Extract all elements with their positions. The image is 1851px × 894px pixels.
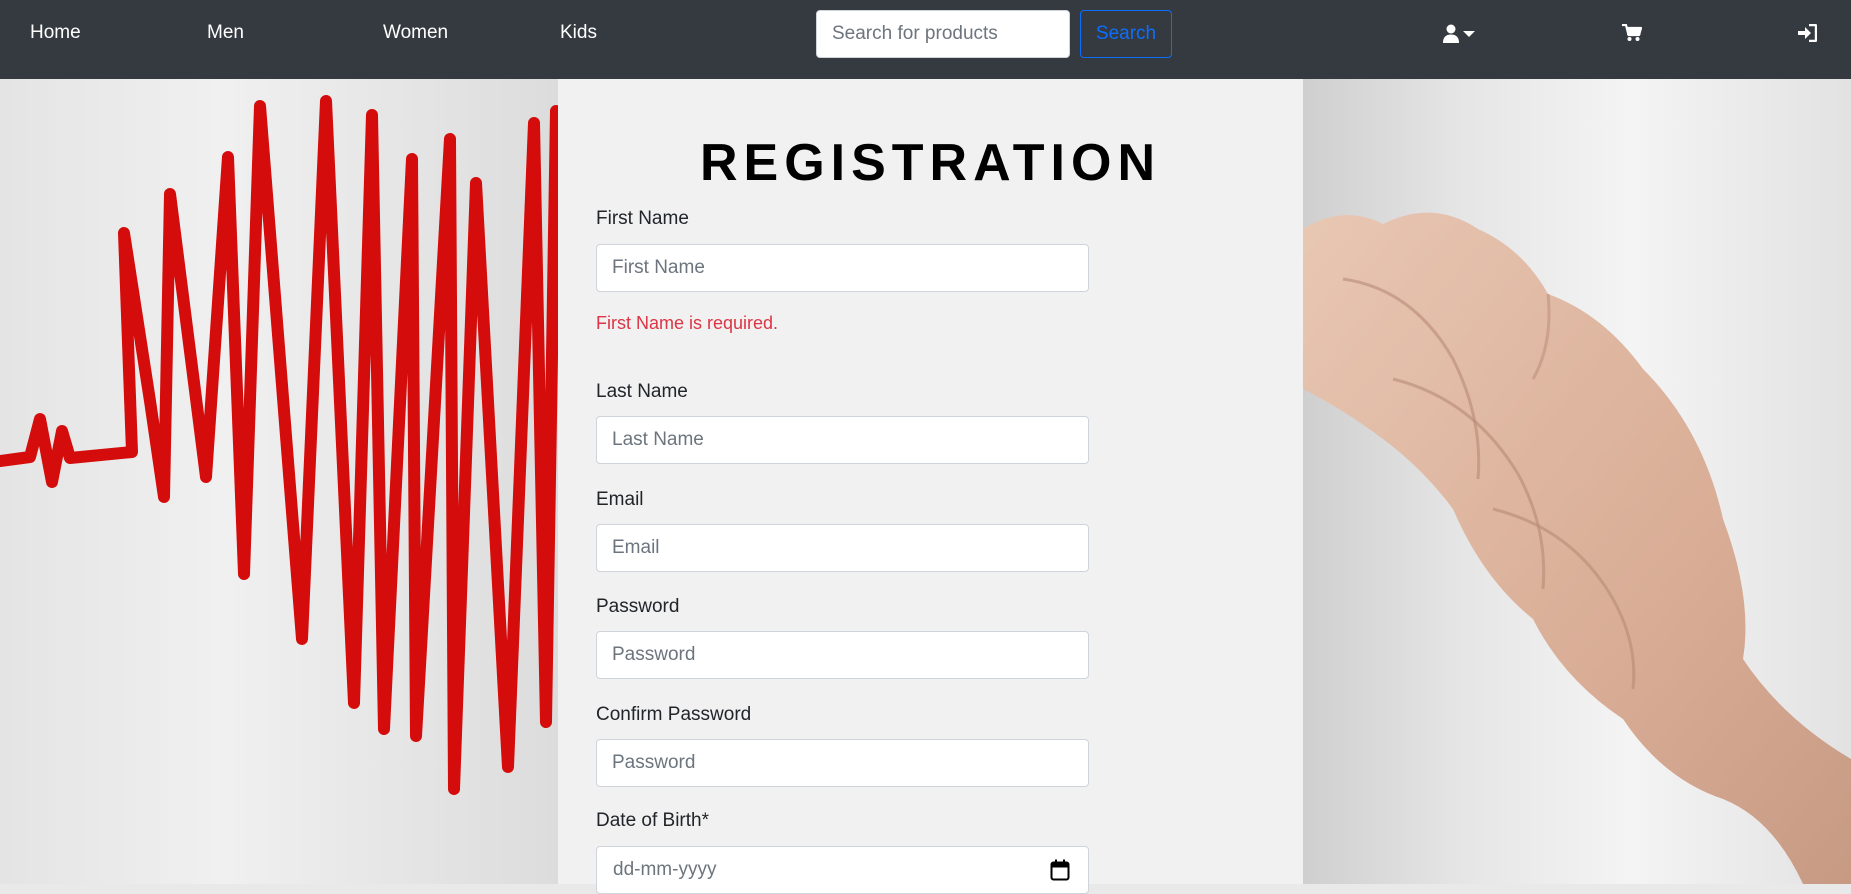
heartbeat-line-graphic	[0, 95, 558, 795]
user-menu-toggle[interactable]	[1443, 24, 1476, 43]
confirm-password-field[interactable]	[596, 739, 1089, 787]
registration-form: REGISTRATION First Name First Name is re…	[558, 79, 1303, 894]
search-input[interactable]	[816, 10, 1070, 58]
hand-background-image	[1303, 79, 1851, 884]
first-name-error: First Name is required.	[596, 313, 779, 333]
date-of-birth-label: Date of Birth*	[596, 810, 709, 831]
top-navbar: Home Men Women Kids Search	[0, 0, 1851, 79]
sign-in-icon	[1798, 24, 1817, 42]
email-label: Email	[596, 489, 644, 510]
last-name-field[interactable]	[596, 416, 1089, 464]
date-of-birth-field[interactable]: dd-mm-yyyy	[596, 846, 1089, 894]
first-name-label: First Name	[596, 208, 689, 229]
search-button[interactable]: Search	[1080, 10, 1172, 58]
confirm-password-label: Confirm Password	[596, 704, 752, 725]
nav-link-home[interactable]: Home	[30, 22, 81, 44]
password-label: Password	[596, 596, 680, 617]
heartbeat-background-image	[0, 79, 558, 884]
nav-link-kids[interactable]: Kids	[560, 22, 597, 44]
page-title: REGISTRATION	[699, 134, 1162, 192]
sign-in-button[interactable]	[1797, 24, 1817, 42]
date-of-birth-placeholder: dd-mm-yyyy	[613, 859, 717, 880]
email-field[interactable]	[596, 524, 1089, 572]
caret-down-icon	[1463, 30, 1475, 37]
first-name-field[interactable]	[596, 244, 1089, 292]
user-icon	[1443, 24, 1459, 43]
nav-link-men[interactable]: Men	[207, 22, 244, 44]
calendar-icon[interactable]	[1050, 859, 1070, 881]
last-name-label: Last Name	[596, 381, 688, 402]
cart-icon	[1622, 24, 1642, 41]
nav-link-women[interactable]: Women	[383, 22, 448, 44]
cart-button[interactable]	[1622, 24, 1642, 42]
password-field[interactable]	[596, 631, 1089, 679]
hand-graphic	[1303, 212, 1851, 884]
